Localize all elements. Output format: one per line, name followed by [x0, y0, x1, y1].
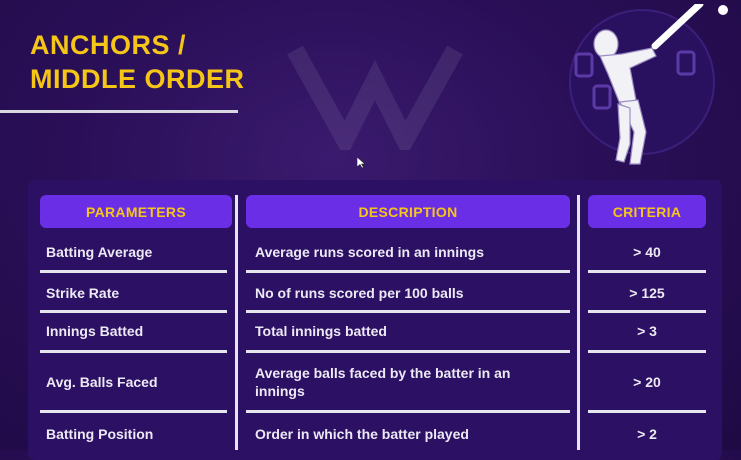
- cell-criteria: > 2: [637, 426, 657, 442]
- title-underline: [0, 110, 238, 113]
- header-description: DESCRIPTION: [246, 195, 570, 228]
- header-parameters: PARAMETERS: [40, 195, 232, 228]
- row-divider: [40, 310, 227, 313]
- cell-description: Total innings batted: [255, 323, 387, 339]
- column-divider: [577, 195, 580, 450]
- row-divider: [246, 350, 570, 353]
- row-divider: [588, 410, 706, 413]
- logo-watermark-icon: [287, 45, 463, 150]
- cricket-batter-icon: [569, 4, 728, 165]
- header-criteria: CRITERIA: [588, 195, 706, 228]
- page-title: ANCHORS / MIDDLE ORDER: [30, 28, 245, 96]
- cell-criteria: > 3: [637, 323, 657, 339]
- row-divider: [40, 270, 227, 273]
- row-divider: [588, 310, 706, 313]
- cell-criteria: > 20: [633, 374, 661, 390]
- cell-description: Order in which the batter played: [255, 426, 469, 442]
- cell-parameter: Innings Batted: [46, 323, 144, 339]
- row-divider: [246, 310, 570, 313]
- cell-criteria: > 40: [633, 244, 661, 260]
- cell-description: Average runs scored in an innings: [255, 244, 484, 260]
- cell-description: Average balls faced by the batter in an …: [255, 365, 511, 399]
- page-title-line-1: ANCHORS /: [30, 30, 187, 60]
- row-divider: [246, 270, 570, 273]
- cell-parameter: Batting Average: [46, 244, 153, 260]
- cell-criteria: > 125: [629, 285, 665, 301]
- page-title-line-2: MIDDLE ORDER: [30, 64, 245, 94]
- row-divider: [40, 350, 227, 353]
- cell-parameter: Batting Position: [46, 426, 154, 442]
- row-divider: [588, 270, 706, 273]
- cell-parameter: Strike Rate: [46, 285, 120, 301]
- row-divider: [588, 350, 706, 353]
- cell-description: No of runs scored per 100 balls: [255, 285, 464, 301]
- row-divider: [246, 410, 570, 413]
- mouse-pointer-icon: [357, 157, 365, 169]
- cell-parameter: Avg. Balls Faced: [46, 374, 158, 390]
- column-divider: [235, 195, 238, 450]
- row-divider: [40, 410, 227, 413]
